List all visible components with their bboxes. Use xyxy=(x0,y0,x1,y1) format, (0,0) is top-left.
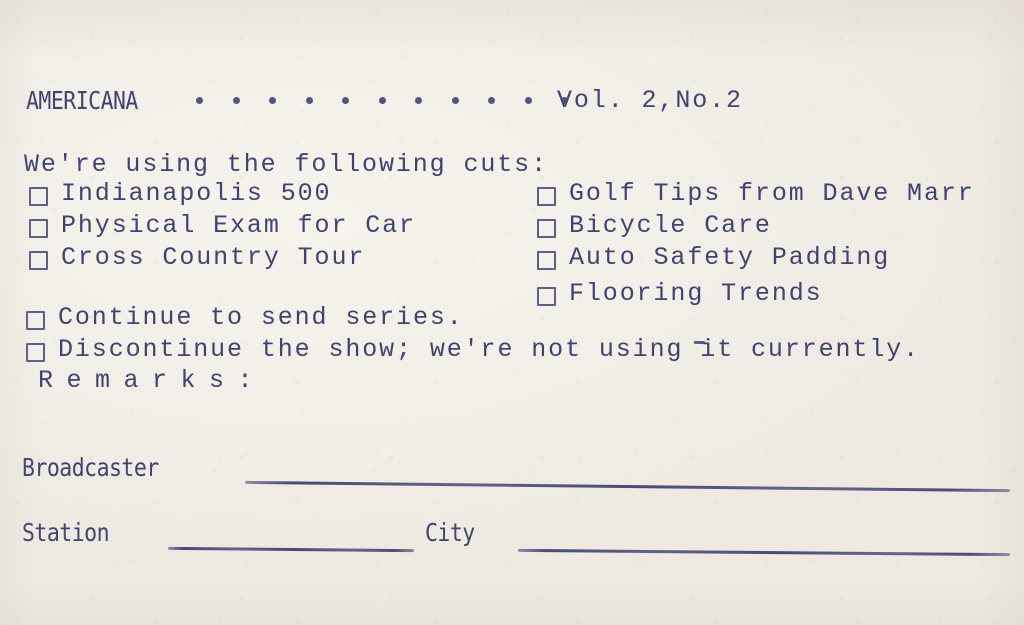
cut-item-auto-safety-padding[interactable]: Auto Safety Padding xyxy=(537,245,890,270)
checkbox-icon[interactable] xyxy=(537,251,556,270)
response-card: AMERICANA Vol. 2,No.2 We're using the fo… xyxy=(0,0,1024,625)
decision-label: Discontinue the show; we're not using it… xyxy=(58,335,921,364)
cut-item-label: Indianapolis 500 xyxy=(61,179,332,208)
checkbox-icon[interactable] xyxy=(29,219,48,238)
station-label: Station xyxy=(22,518,110,547)
remarks-label: Remarks: xyxy=(38,366,267,395)
card-content: AMERICANA Vol. 2,No.2 We're using the fo… xyxy=(0,0,1024,625)
cut-item-label: Golf Tips from Dave Marr xyxy=(569,179,975,208)
cut-item-bicycle-care[interactable]: Bicycle Care xyxy=(537,213,772,238)
cut-item-label: Cross Country Tour xyxy=(61,243,366,272)
decision-discontinue-show[interactable]: Discontinue the show; we're not using it… xyxy=(26,337,920,362)
cut-item-label: Physical Exam for Car xyxy=(61,211,416,240)
cut-item-label: Bicycle Care xyxy=(569,211,772,240)
series-title: AMERICANA xyxy=(26,86,138,115)
city-label: City xyxy=(425,518,475,547)
overstrike-artifact xyxy=(694,341,705,344)
checkbox-icon[interactable] xyxy=(29,187,48,206)
checkbox-icon[interactable] xyxy=(537,187,556,206)
checkbox-icon[interactable] xyxy=(537,287,556,306)
decision-continue-series[interactable]: Continue to send series. xyxy=(26,305,464,330)
leader-dots xyxy=(196,97,598,104)
volume-number: Vol. 2,No.2 xyxy=(557,86,743,115)
cut-item-golf-tips-from-dave-marr[interactable]: Golf Tips from Dave Marr xyxy=(537,181,975,206)
broadcaster-input-rule[interactable] xyxy=(245,480,1010,493)
checkbox-icon[interactable] xyxy=(537,219,556,238)
cut-item-flooring-trends[interactable]: Flooring Trends xyxy=(537,281,823,306)
cut-item-physical-exam-for-car[interactable]: Physical Exam for Car xyxy=(29,213,416,238)
station-input-rule[interactable] xyxy=(167,546,415,553)
broadcaster-label: Broadcaster xyxy=(22,453,159,482)
checkbox-icon[interactable] xyxy=(26,311,45,330)
decision-label: Continue to send series. xyxy=(58,303,464,332)
cut-item-cross-country-tour[interactable]: Cross Country Tour xyxy=(29,245,365,270)
cut-item-label: Auto Safety Padding xyxy=(569,243,891,272)
city-input-rule[interactable] xyxy=(517,548,1011,557)
cut-item-indianapolis-500[interactable]: Indianapolis 500 xyxy=(29,181,331,206)
intro-line: We're using the following cuts: xyxy=(24,150,548,179)
checkbox-icon[interactable] xyxy=(29,251,48,270)
cut-item-label: Flooring Trends xyxy=(569,279,823,308)
checkbox-icon[interactable] xyxy=(26,343,45,362)
